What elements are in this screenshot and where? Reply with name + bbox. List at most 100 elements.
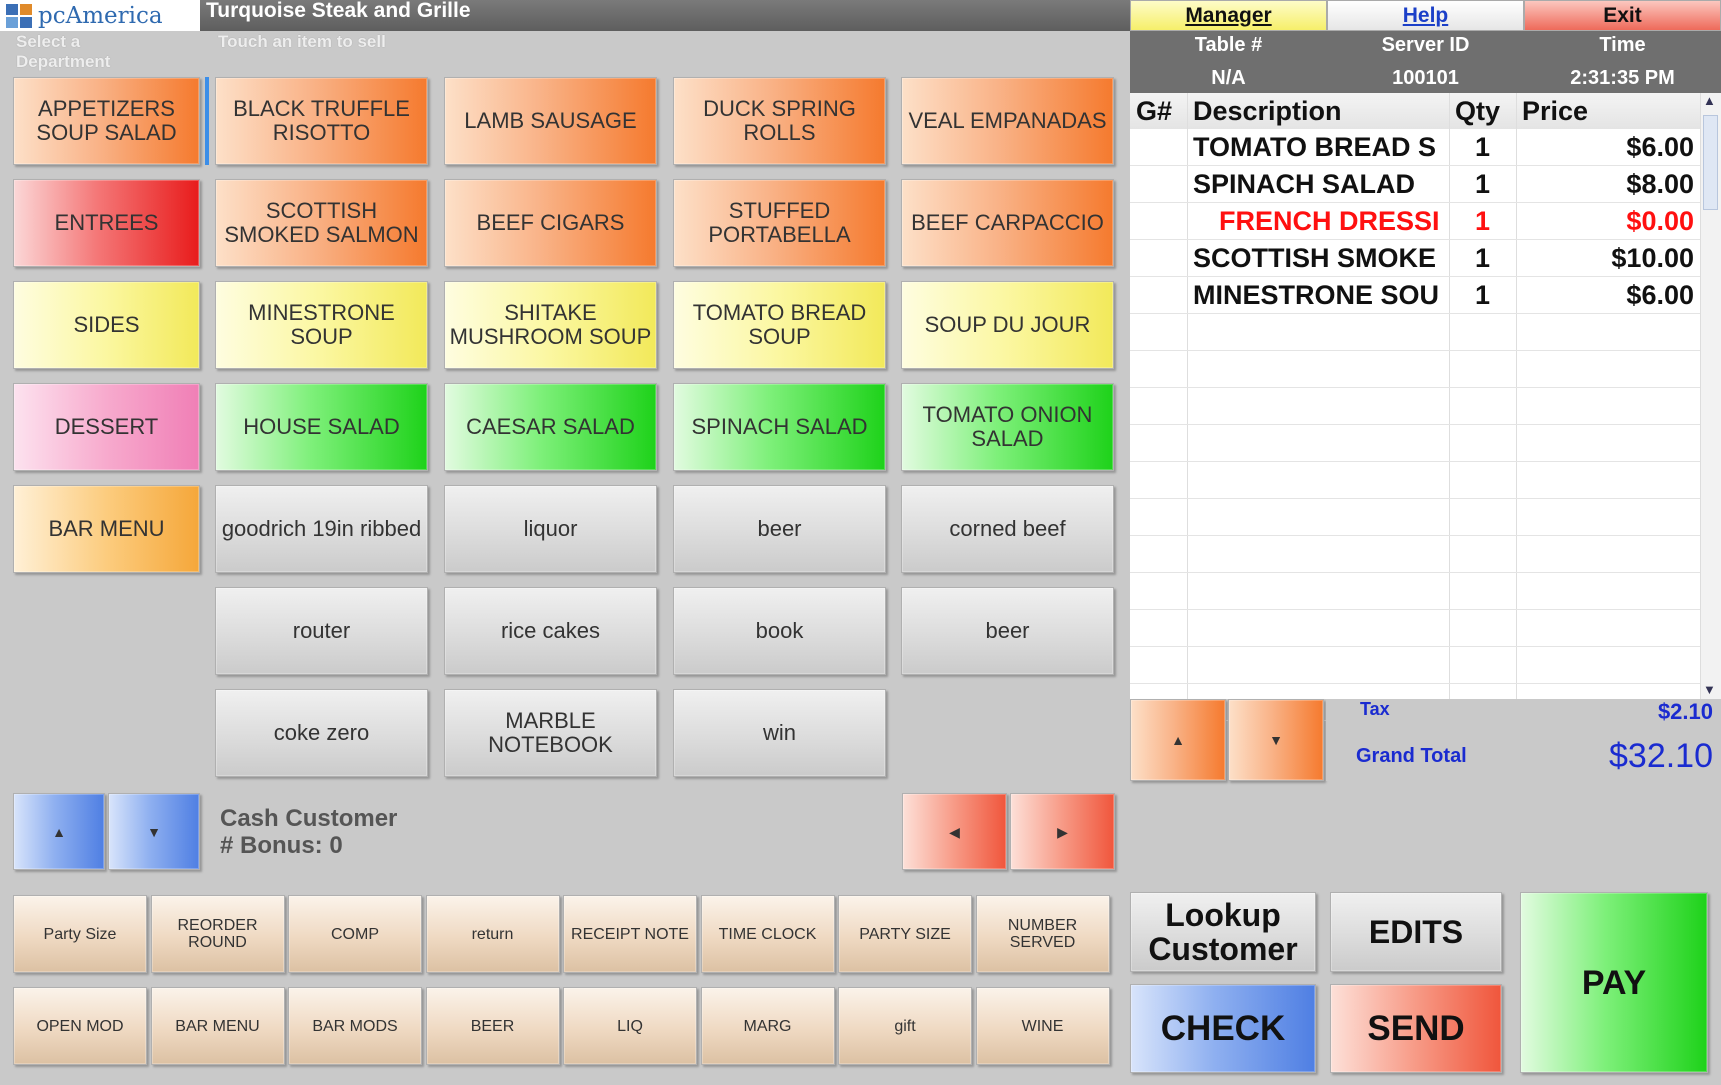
department-button-dessert[interactable]: DESSERT [13, 383, 200, 471]
menu-item-liquor[interactable]: liquor [444, 485, 657, 573]
menu-item-shitake-mushroom-soup[interactable]: SHITAKE MUSHROOM SOUP [444, 281, 657, 369]
order-row[interactable]: MINESTRONE SOU 1 $6.00 [1130, 277, 1700, 313]
customer-bonus: # Bonus: 0 [220, 832, 343, 859]
item-page-next-button[interactable]: ▶ [1010, 793, 1115, 870]
menu-item-minestrone-soup[interactable]: MINESTRONE SOUP [215, 281, 428, 369]
function-button-open-mod[interactable]: OPEN MOD [13, 987, 147, 1065]
exit-menu[interactable]: Exit [1524, 0, 1721, 31]
function-button-party-size[interactable]: PARTY SIZE [838, 895, 972, 973]
order-row[interactable]: FRENCH DRESSI 1 $0.00 [1130, 203, 1700, 239]
menu-item-beer[interactable]: beer [901, 587, 1114, 675]
row-divider [1130, 387, 1700, 388]
order-up-button[interactable]: ▲ [1130, 699, 1226, 781]
function-button-reorder-round[interactable]: REORDER ROUND [150, 895, 285, 973]
menu-item-goodrich-19in-ribbed[interactable]: goodrich 19in ribbed [215, 485, 428, 573]
function-button-wine[interactable]: WINE [975, 987, 1110, 1065]
menu-item-beef-carpaccio[interactable]: BEEF CARPACCIO [901, 179, 1114, 267]
order-row[interactable]: SCOTTISH SMOKE 1 $10.00 [1130, 240, 1700, 276]
menu-item-marble-notebook[interactable]: MARBLE NOTEBOOK [444, 689, 657, 777]
menu-item-router[interactable]: router [215, 587, 428, 675]
function-button-time-clock[interactable]: TIME CLOCK [700, 895, 835, 973]
scroll-up-icon[interactable]: ▲ [1703, 93, 1716, 108]
function-button-return[interactable]: return [425, 895, 560, 973]
function-button-number-served[interactable]: NUMBER SERVED [975, 895, 1110, 973]
scroll-down-icon[interactable]: ▼ [1703, 682, 1716, 697]
department-down-button[interactable]: ▼ [108, 793, 200, 870]
server-label: Server ID [1381, 34, 1470, 56]
function-button-bar-mods[interactable]: BAR MODS [288, 987, 422, 1065]
menu-item-rice-cakes[interactable]: rice cakes [444, 587, 657, 675]
order-row[interactable]: SPINACH SALAD 1 $8.00 [1130, 166, 1700, 202]
table-label: Table # [1194, 34, 1263, 56]
grand-total-label: Grand Total [1356, 745, 1467, 767]
menu-item-tomato-bread-soup[interactable]: TOMATO BREAD SOUP [673, 281, 886, 369]
function-button-marg[interactable]: MARG [700, 987, 835, 1065]
help-menu[interactable]: Help [1327, 0, 1524, 31]
department-button-entrees[interactable]: ENTREES [13, 179, 200, 267]
triangle-down-icon: ▼ [1269, 732, 1283, 748]
send-button[interactable]: SEND [1330, 984, 1502, 1073]
lookup-customer-button[interactable]: Lookup Customer [1130, 892, 1316, 972]
menu-item-stuffed-portabella[interactable]: STUFFED PORTABELLA [673, 179, 886, 267]
order-cell-description: TOMATO BREAD S [1193, 132, 1437, 162]
edits-button[interactable]: EDITS [1330, 892, 1502, 972]
function-button-gift[interactable]: gift [838, 987, 972, 1065]
menu-item-soup-du-jour[interactable]: SOUP DU JOUR [901, 281, 1114, 369]
function-button-comp[interactable]: COMP [288, 895, 422, 973]
menu-item-veal-empanadas[interactable]: VEAL EMPANADAS [901, 77, 1114, 165]
order-info-header: Table # Server ID Time N/A 100101 2:31:3… [1130, 31, 1721, 93]
order-row[interactable]: TOMATO BREAD S 1 $6.00 [1130, 129, 1700, 165]
grand-total-value: $32.10 [1609, 737, 1713, 775]
time-value: 2:31:35 PM [1570, 67, 1675, 89]
manager-menu[interactable]: Manager [1130, 0, 1327, 31]
menu-item-tomato-onion-salad[interactable]: TOMATO ONION SALAD [901, 383, 1114, 471]
menu-item-book[interactable]: book [673, 587, 886, 675]
menu-item-house-salad[interactable]: HOUSE SALAD [215, 383, 428, 471]
server-value: 100101 [1392, 67, 1459, 89]
column-header-description: Description [1187, 93, 1455, 129]
department-button-bar-menu[interactable]: BAR MENU [13, 485, 200, 573]
department-up-button[interactable]: ▲ [13, 793, 105, 870]
menu-item-caesar-salad[interactable]: CAESAR SALAD [444, 383, 657, 471]
order-cell-price: $6.00 [1626, 280, 1694, 310]
menu-item-lamb-sausage[interactable]: LAMB SAUSAGE [444, 77, 657, 165]
item-page-prev-button[interactable]: ◀ [902, 793, 1007, 870]
department-button-appetizers-soup-salad[interactable]: APPETIZERS SOUP SALAD [13, 77, 200, 165]
order-cell-qty: 1 [1474, 206, 1491, 236]
column-header-group: G# [1130, 93, 1193, 129]
order-cell-g [1130, 277, 1187, 313]
function-button-liq[interactable]: LIQ [563, 987, 697, 1065]
menu-item-win[interactable]: win [673, 689, 886, 777]
function-button-receipt-note[interactable]: RECEIPT NOTE [563, 895, 697, 973]
order-cell-description: SPINACH SALAD [1193, 169, 1416, 199]
order-cell-qty: 1 [1474, 169, 1491, 199]
menu-item-scottish-smoked-salmon[interactable]: SCOTTISH SMOKED SALMON [215, 179, 428, 267]
menu-item-beef-cigars[interactable]: BEEF CIGARS [444, 179, 657, 267]
menu-item-black-truffle-risotto[interactable]: BLACK TRUFFLE RISOTTO [215, 77, 428, 165]
menu-item-coke-zero[interactable]: coke zero [215, 689, 428, 777]
check-button[interactable]: CHECK [1130, 984, 1316, 1073]
order-cell-price: $0.00 [1626, 206, 1694, 236]
row-divider [1130, 646, 1700, 647]
menu-item-beer[interactable]: beer [673, 485, 886, 573]
triangle-left-icon: ◀ [949, 823, 960, 840]
order-cell-price: $8.00 [1626, 169, 1694, 199]
logo-grid-icon [6, 3, 32, 28]
pcamerica-logo: pcAmerica [0, 0, 200, 31]
order-cell-qty: 1 [1474, 132, 1491, 162]
function-button-bar-menu[interactable]: BAR MENU [150, 987, 285, 1065]
order-table[interactable]: G# Description Qty Price TOMATO BREAD S 1… [1130, 93, 1706, 721]
function-button-beer[interactable]: BEER [425, 987, 560, 1065]
department-button-sides[interactable]: SIDES [13, 281, 200, 369]
triangle-up-icon: ▲ [52, 823, 66, 840]
menu-item-duck-spring-rolls[interactable]: DUCK SPRING ROLLS [673, 77, 886, 165]
scroll-thumb[interactable] [1703, 115, 1718, 210]
order-cell-g [1130, 203, 1187, 239]
menu-item-corned-beef[interactable]: corned beef [901, 485, 1114, 573]
item-hint: Touch an item to sell [218, 32, 386, 51]
function-button-party-size[interactable]: Party Size [13, 895, 147, 973]
menu-item-spinach-salad[interactable]: SPINACH SALAD [673, 383, 886, 471]
pay-button[interactable]: PAY [1520, 892, 1708, 1073]
order-cell-description: SCOTTISH SMOKE [1193, 243, 1437, 273]
order-down-button[interactable]: ▼ [1228, 699, 1324, 781]
